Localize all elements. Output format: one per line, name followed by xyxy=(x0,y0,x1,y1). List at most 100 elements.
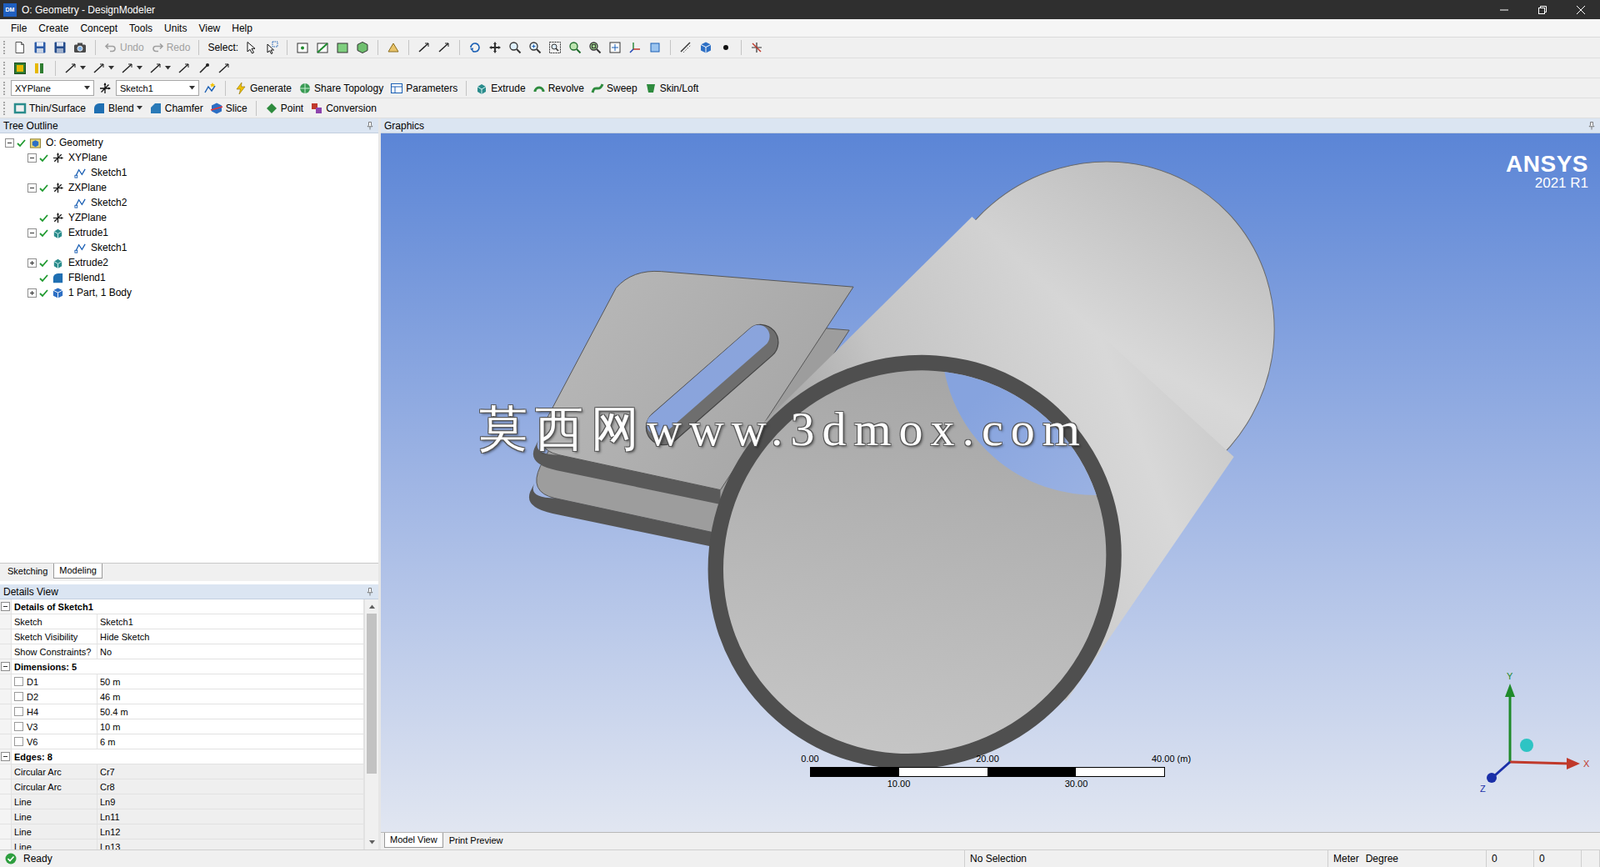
menu-item[interactable]: Tools xyxy=(123,20,159,36)
menu-item[interactable]: Help xyxy=(225,20,259,36)
restore-button[interactable] xyxy=(1523,0,1562,20)
collapse-icon[interactable] xyxy=(5,138,15,148)
toolbar-grip[interactable] xyxy=(3,81,6,95)
collapse-icon[interactable] xyxy=(27,153,37,163)
parameter-checkbox[interactable] xyxy=(14,691,24,701)
feature-button[interactable]: Parameters xyxy=(387,79,460,97)
tree-item[interactable]: 1 Part, 1 Body xyxy=(0,285,379,300)
property-row[interactable]: Circular ArcCr8 xyxy=(0,779,365,795)
feature-button[interactable]: Extrude xyxy=(472,79,528,97)
look-plane-button[interactable] xyxy=(95,79,115,97)
pan-button[interactable] xyxy=(485,39,505,57)
rotate-button[interactable] xyxy=(465,39,485,57)
details-group[interactable]: Dimensions: 5 xyxy=(0,659,365,675)
scroll-down[interactable] xyxy=(365,835,379,850)
details-scrollbar[interactable] xyxy=(364,599,379,850)
line-tool-button[interactable] xyxy=(415,39,434,57)
dimension-row[interactable]: D150 m xyxy=(0,674,365,690)
line-tool-button[interactable] xyxy=(146,59,174,77)
tree-item[interactable]: Sketch2 xyxy=(0,195,379,210)
dimension-row[interactable]: V310 m xyxy=(0,719,365,735)
modify-button[interactable]: Chamfer xyxy=(146,99,206,117)
toolbar-grip[interactable] xyxy=(3,101,6,115)
tree-item[interactable]: Extrude1 xyxy=(0,225,379,240)
toolbar-grip[interactable] xyxy=(3,40,6,55)
color-square-button[interactable] xyxy=(10,59,30,77)
cube-button[interactable] xyxy=(696,39,715,57)
property-row[interactable]: LineLn12 xyxy=(0,824,365,840)
line-tool-button[interactable] xyxy=(90,59,117,77)
modify-button[interactable]: Conversion xyxy=(307,99,380,117)
line-tool-button[interactable] xyxy=(118,59,145,77)
tree-item[interactable]: FBlend1 xyxy=(0,270,379,285)
menu-item[interactable]: File xyxy=(5,20,33,36)
minimize-button[interactable] xyxy=(1485,0,1524,20)
collapse-icon[interactable] xyxy=(0,601,10,611)
select-body-button[interactable] xyxy=(353,39,372,57)
menu-item[interactable]: Concept xyxy=(74,20,124,36)
panel-tab[interactable]: Sketching xyxy=(1,563,54,580)
dimension-row[interactable]: V66 m xyxy=(0,734,365,750)
menu-item[interactable]: View xyxy=(192,20,226,36)
menu-item[interactable]: Create xyxy=(32,20,75,36)
property-row[interactable]: Show Constraints?No xyxy=(0,644,365,660)
modify-button[interactable]: Point xyxy=(262,99,306,117)
property-row[interactable]: LineLn9 xyxy=(0,794,365,810)
line-tool-button[interactable] xyxy=(435,39,454,57)
cursor-button[interactable] xyxy=(242,39,261,57)
menu-item[interactable]: Units xyxy=(158,20,193,36)
render-button[interactable] xyxy=(747,39,766,57)
new-sketch-button[interactable] xyxy=(200,79,220,97)
collapse-icon[interactable] xyxy=(27,228,37,238)
dimension-row[interactable]: H450.4 m xyxy=(0,704,365,720)
parameter-checkbox[interactable] xyxy=(14,721,24,731)
expand-icon[interactable] xyxy=(27,288,37,298)
cursor-box-button[interactable] xyxy=(262,39,281,57)
collapse-icon[interactable] xyxy=(0,751,10,761)
tree-item[interactable]: Sketch1 xyxy=(0,240,379,255)
panel-tab[interactable]: Modeling xyxy=(53,563,103,579)
bars-button[interactable] xyxy=(30,59,50,77)
extend-button[interactable] xyxy=(384,39,403,57)
graphics-viewport[interactable]: ANSYS2021 R1莫西网www.3dmox.com0.0020.0040.… xyxy=(380,133,1600,832)
modify-button[interactable]: Slice xyxy=(207,99,250,117)
feature-button[interactable]: Revolve xyxy=(530,79,587,97)
plane-select[interactable]: XYPlane xyxy=(10,80,95,96)
zoom-in-button[interactable] xyxy=(525,39,545,57)
look-at-button[interactable] xyxy=(605,39,625,57)
zoom-fit-button[interactable] xyxy=(565,39,585,57)
save-button[interactable] xyxy=(30,39,50,57)
parameter-checkbox[interactable] xyxy=(14,736,24,746)
undo-button[interactable]: Undo xyxy=(101,39,147,57)
model-view[interactable] xyxy=(380,133,1600,832)
pin-line-button[interactable] xyxy=(195,59,214,77)
property-row[interactable]: Sketch VisibilityHide Sketch xyxy=(0,629,365,645)
feature-button[interactable]: Share Topology xyxy=(295,79,386,97)
collapse-icon[interactable] xyxy=(27,183,37,193)
tree-item[interactable]: Sketch1 xyxy=(0,165,379,180)
zoom-all-button[interactable] xyxy=(585,39,605,57)
redo-button[interactable]: Redo xyxy=(148,39,194,57)
property-row[interactable]: LineLn11 xyxy=(0,809,365,825)
zoom-box-button[interactable] xyxy=(545,39,565,57)
tree-item[interactable]: O: Geometry xyxy=(0,135,379,150)
tree-item[interactable]: Extrude2 xyxy=(0,255,379,270)
view-tab[interactable]: Model View xyxy=(384,832,444,848)
line-tool-button[interactable] xyxy=(61,59,89,77)
tree-item[interactable]: YZPlane xyxy=(0,210,379,225)
parameter-checkbox[interactable] xyxy=(14,676,24,686)
feature-button[interactable]: Generate xyxy=(231,79,295,97)
modify-button[interactable]: Blend xyxy=(90,99,145,117)
triad-button[interactable] xyxy=(625,39,645,57)
select-face-button[interactable] xyxy=(333,39,352,57)
camera-button[interactable] xyxy=(70,39,90,57)
dot-button[interactable] xyxy=(716,39,735,57)
line-tool-button[interactable] xyxy=(175,59,194,77)
scroll-thumb[interactable] xyxy=(366,613,377,774)
sketch-select[interactable]: Sketch1 xyxy=(115,80,200,96)
resize-grip[interactable] xyxy=(1581,850,1600,867)
collapse-icon[interactable] xyxy=(0,661,10,671)
details-group[interactable]: Edges: 8 xyxy=(0,749,365,765)
new-file-button[interactable] xyxy=(10,39,30,57)
feature-button[interactable]: Skin/Loft xyxy=(641,79,702,97)
